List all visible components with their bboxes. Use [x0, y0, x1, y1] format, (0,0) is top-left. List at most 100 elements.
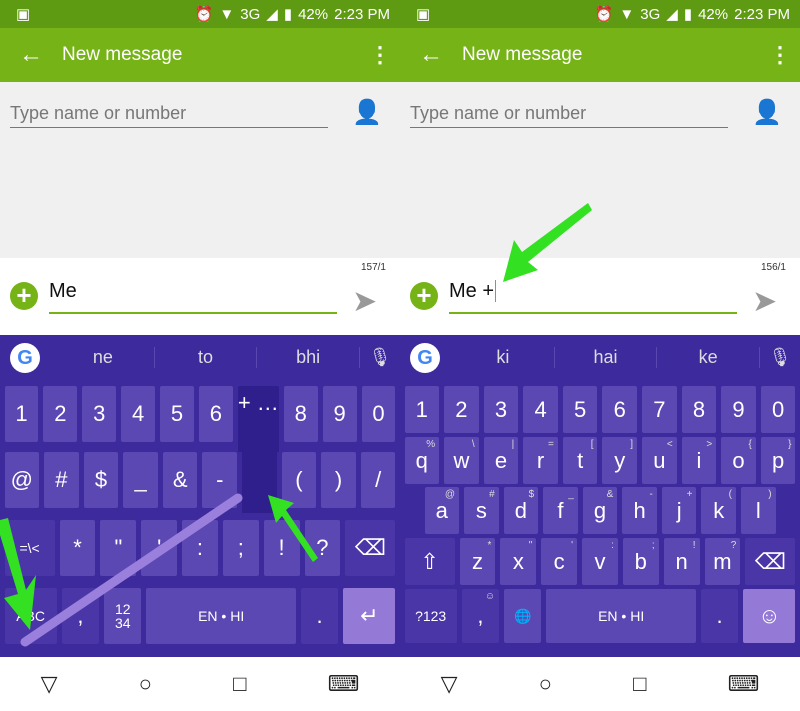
send-icon[interactable]: ➤ — [352, 284, 377, 319]
key[interactable]: @ — [4, 452, 40, 508]
key[interactable]: 8 — [283, 386, 318, 442]
key[interactable]: 12 34 — [104, 588, 142, 644]
recents-square-icon[interactable]: □ — [633, 671, 646, 697]
attach-plus-icon[interactable]: + — [10, 282, 38, 310]
key[interactable]: o{ — [721, 437, 756, 484]
key[interactable]: EN • HI — [146, 588, 296, 644]
key[interactable]: x " — [500, 538, 537, 585]
key[interactable]: 4 — [121, 386, 156, 442]
key[interactable]: a @ — [424, 487, 460, 534]
key[interactable]: 🌐 — [504, 589, 542, 643]
key[interactable]: " — [100, 520, 137, 576]
google-icon[interactable]: G — [410, 342, 440, 373]
key[interactable]: : — [182, 520, 218, 576]
key[interactable]: q% — [404, 437, 440, 484]
key[interactable]: ABC — [4, 588, 57, 644]
back-arrow-icon[interactable]: ← — [0, 41, 62, 69]
key[interactable]: 5 — [160, 386, 194, 442]
key[interactable]: s # — [464, 487, 499, 534]
microphone-icon[interactable]: 🎙 — [760, 347, 800, 368]
key[interactable]: e | — [483, 437, 519, 484]
message-input[interactable]: Me + — [449, 280, 737, 314]
key[interactable]: m? — [704, 538, 741, 585]
key[interactable]: ?123 — [404, 589, 457, 643]
key[interactable]: 7 — [642, 386, 677, 433]
key[interactable]: . — [300, 588, 339, 644]
suggestion[interactable]: to — [155, 347, 258, 368]
key[interactable]: , ☺ — [461, 589, 500, 643]
key[interactable]: ☺ — [743, 589, 796, 643]
key[interactable]: 1 — [404, 386, 440, 433]
home-circle-icon[interactable]: ○ — [139, 671, 152, 697]
key[interactable]: # — [44, 452, 79, 508]
key[interactable]: EN • HI — [546, 589, 696, 643]
key[interactable]: ⌫ — [345, 520, 396, 576]
key[interactable]: ; — [222, 520, 259, 576]
google-icon[interactable]: G — [10, 342, 40, 373]
key[interactable]: 9 — [322, 386, 357, 442]
back-triangle-icon[interactable]: ▽ — [441, 671, 458, 697]
key[interactable]: & — [162, 452, 198, 508]
key[interactable]: - — [202, 452, 238, 508]
key[interactable]: 9 — [721, 386, 756, 433]
back-triangle-icon[interactable]: ▽ — [41, 671, 58, 697]
key[interactable]: / — [360, 452, 396, 508]
key[interactable] — [242, 448, 277, 513]
key[interactable]: . — [700, 589, 739, 643]
key[interactable]: , — [61, 588, 100, 644]
suggestion[interactable]: hai — [555, 347, 658, 368]
key[interactable]: k( — [701, 487, 736, 534]
key[interactable]: 8 — [681, 386, 717, 433]
key[interactable]: 1 — [4, 386, 39, 442]
key[interactable]: =\< — [4, 520, 55, 576]
back-arrow-icon[interactable]: ← — [400, 41, 462, 69]
key[interactable]: 0 — [361, 386, 396, 442]
key[interactable]: 4 — [523, 386, 558, 433]
key[interactable]: 6 — [198, 386, 233, 442]
key[interactable]: ' — [141, 520, 178, 576]
microphone-icon[interactable]: 🎙 — [360, 347, 400, 368]
home-circle-icon[interactable]: ○ — [539, 671, 552, 697]
more-options-icon[interactable]: ⋮ — [760, 42, 800, 68]
key[interactable]: w \ — [444, 437, 479, 484]
key[interactable]: i > — [681, 437, 717, 484]
send-icon[interactable]: ➤ — [752, 284, 777, 319]
key[interactable]: _ — [123, 452, 158, 508]
key[interactable]: 6 — [602, 386, 638, 433]
suggestion[interactable]: ki — [452, 347, 555, 368]
key[interactable]: 0 — [760, 386, 796, 433]
key[interactable]: r = — [523, 437, 558, 484]
key[interactable]: 2 — [43, 386, 78, 442]
suggestion[interactable]: ne — [52, 347, 155, 368]
key[interactable]: u < — [642, 437, 677, 484]
key[interactable]: ? — [304, 520, 341, 576]
key[interactable]: ) — [321, 452, 356, 508]
key[interactable]: + … — [237, 386, 279, 452]
recipient-input[interactable]: Type name or number — [410, 100, 728, 128]
key[interactable]: ⌫ — [745, 538, 796, 585]
attach-plus-icon[interactable]: + — [410, 282, 438, 310]
keyboard-icon[interactable]: ⌨ — [728, 671, 760, 697]
key[interactable]: n! — [663, 538, 700, 585]
keyboard-icon[interactable]: ⌨ — [328, 671, 360, 697]
add-contact-icon[interactable]: 👤 — [752, 98, 782, 127]
key[interactable]: 2 — [444, 386, 479, 433]
key[interactable]: p} — [760, 437, 796, 484]
key[interactable]: d $ — [503, 487, 539, 534]
key[interactable]: y] — [602, 437, 638, 484]
suggestion[interactable]: bhi — [257, 347, 361, 368]
more-options-icon[interactable]: ⋮ — [360, 42, 400, 68]
recipient-input[interactable]: Type name or number — [10, 100, 328, 128]
key[interactable]: c ' — [541, 538, 578, 585]
recents-square-icon[interactable]: □ — [233, 671, 246, 697]
key[interactable]: t[ — [562, 437, 598, 484]
message-input[interactable]: Me — [49, 280, 337, 314]
key[interactable]: l) — [741, 487, 776, 534]
key[interactable]: v: — [582, 538, 618, 585]
key[interactable]: ⇧ — [404, 538, 455, 585]
key[interactable]: 3 — [82, 386, 117, 442]
key[interactable]: z * — [459, 538, 496, 585]
key[interactable]: $ — [83, 452, 119, 508]
key[interactable]: * — [59, 520, 96, 576]
add-contact-icon[interactable]: 👤 — [352, 98, 382, 127]
